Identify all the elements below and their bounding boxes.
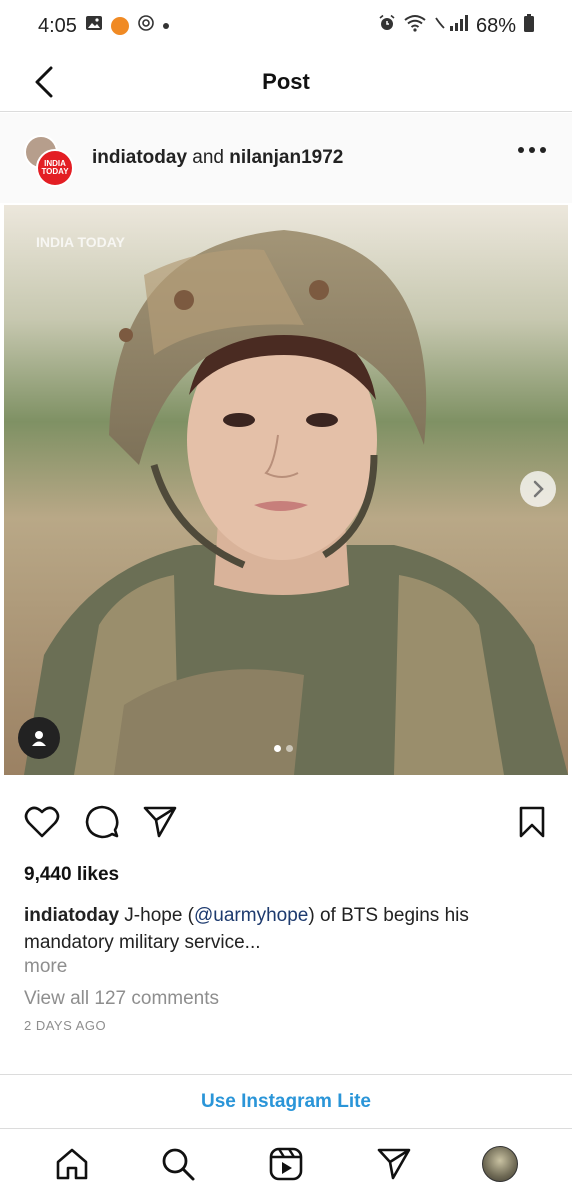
nav-direct[interactable] [374, 1144, 414, 1184]
comment-icon [85, 805, 119, 839]
authors-joiner: and [192, 147, 224, 168]
post-header-bar: Post [0, 52, 572, 112]
like-button[interactable] [22, 802, 62, 842]
search-icon [162, 1148, 195, 1181]
soldier-photo [4, 205, 568, 775]
bookmark-icon [519, 806, 545, 838]
account-name[interactable]: indiatoday [92, 147, 187, 168]
lite-banner: Use Instagram Lite [0, 1074, 572, 1129]
post-image[interactable]: INDIA TODAY [4, 205, 568, 775]
save-button[interactable] [512, 802, 552, 842]
avatar-logo-text: INDIA TODAY [41, 159, 69, 176]
caption-username[interactable]: indiatoday [24, 905, 119, 926]
user-tag-icon [32, 731, 46, 746]
reels-icon [269, 1147, 303, 1181]
send-icon [143, 806, 177, 838]
more-notifications-dot [162, 23, 169, 29]
caption-text-start: J-hope ( [124, 905, 194, 926]
account-avatar[interactable]: INDIA TODAY [36, 149, 74, 187]
bottom-navigation [0, 1134, 572, 1196]
more-horizontal-icon [518, 147, 524, 153]
battery-percent: 68% [475, 14, 516, 37]
chevron-right-icon [533, 480, 544, 498]
use-instagram-lite-button[interactable]: Use Instagram Lite [201, 1091, 371, 1113]
home-icon [56, 1148, 88, 1180]
page-title: Post [262, 68, 310, 94]
post-authors: indiatoday and nilanjan1972 [92, 147, 343, 169]
wifi-icon [404, 14, 426, 38]
profile-avatar [482, 1146, 518, 1182]
carousel-dot [286, 745, 293, 752]
caption-more-link[interactable]: more [24, 956, 67, 978]
post-caption: indiatoday J-hope (@uarmyhope) of BTS be… [24, 902, 524, 956]
nav-reels[interactable] [266, 1144, 306, 1184]
alarm-icon [378, 14, 396, 38]
comment-button[interactable] [82, 802, 122, 842]
nav-search[interactable] [158, 1144, 198, 1184]
collaborator-name[interactable]: nilanjan1972 [229, 147, 343, 168]
gallery-icon [85, 14, 103, 38]
chevron-left-icon [35, 66, 53, 98]
back-button[interactable] [26, 64, 62, 100]
share-button[interactable] [140, 802, 180, 842]
likes-count[interactable]: 9,440 likes [24, 864, 119, 886]
carousel-indicator [274, 745, 293, 752]
notification-app-icon [110, 17, 129, 35]
post-author-row: INDIA TODAY indiatoday and nilanjan1972 [0, 113, 572, 203]
send-icon [377, 1148, 411, 1180]
image-watermark: INDIA TODAY [36, 234, 125, 250]
heart-icon [24, 806, 60, 838]
tagged-users-button[interactable] [18, 717, 60, 759]
signal-icon [434, 14, 468, 38]
carousel-dot-active [274, 745, 281, 752]
view-comments-link[interactable]: View all 127 comments [24, 988, 219, 1010]
carousel-next-button[interactable] [520, 471, 556, 507]
sync-icon [137, 14, 155, 38]
post-timestamp: 2 DAYS AGO [24, 1018, 107, 1033]
nav-profile[interactable] [480, 1144, 520, 1184]
status-time: 4:05 [38, 14, 77, 37]
more-options-button[interactable] [518, 147, 546, 153]
post-actions [0, 798, 572, 848]
author-avatars[interactable]: INDIA TODAY [22, 127, 78, 189]
caption-mention-link[interactable]: @uarmyhope [194, 905, 308, 926]
status-bar: 4:05 68% [0, 0, 572, 52]
battery-icon [524, 14, 534, 38]
nav-home[interactable] [52, 1144, 92, 1184]
